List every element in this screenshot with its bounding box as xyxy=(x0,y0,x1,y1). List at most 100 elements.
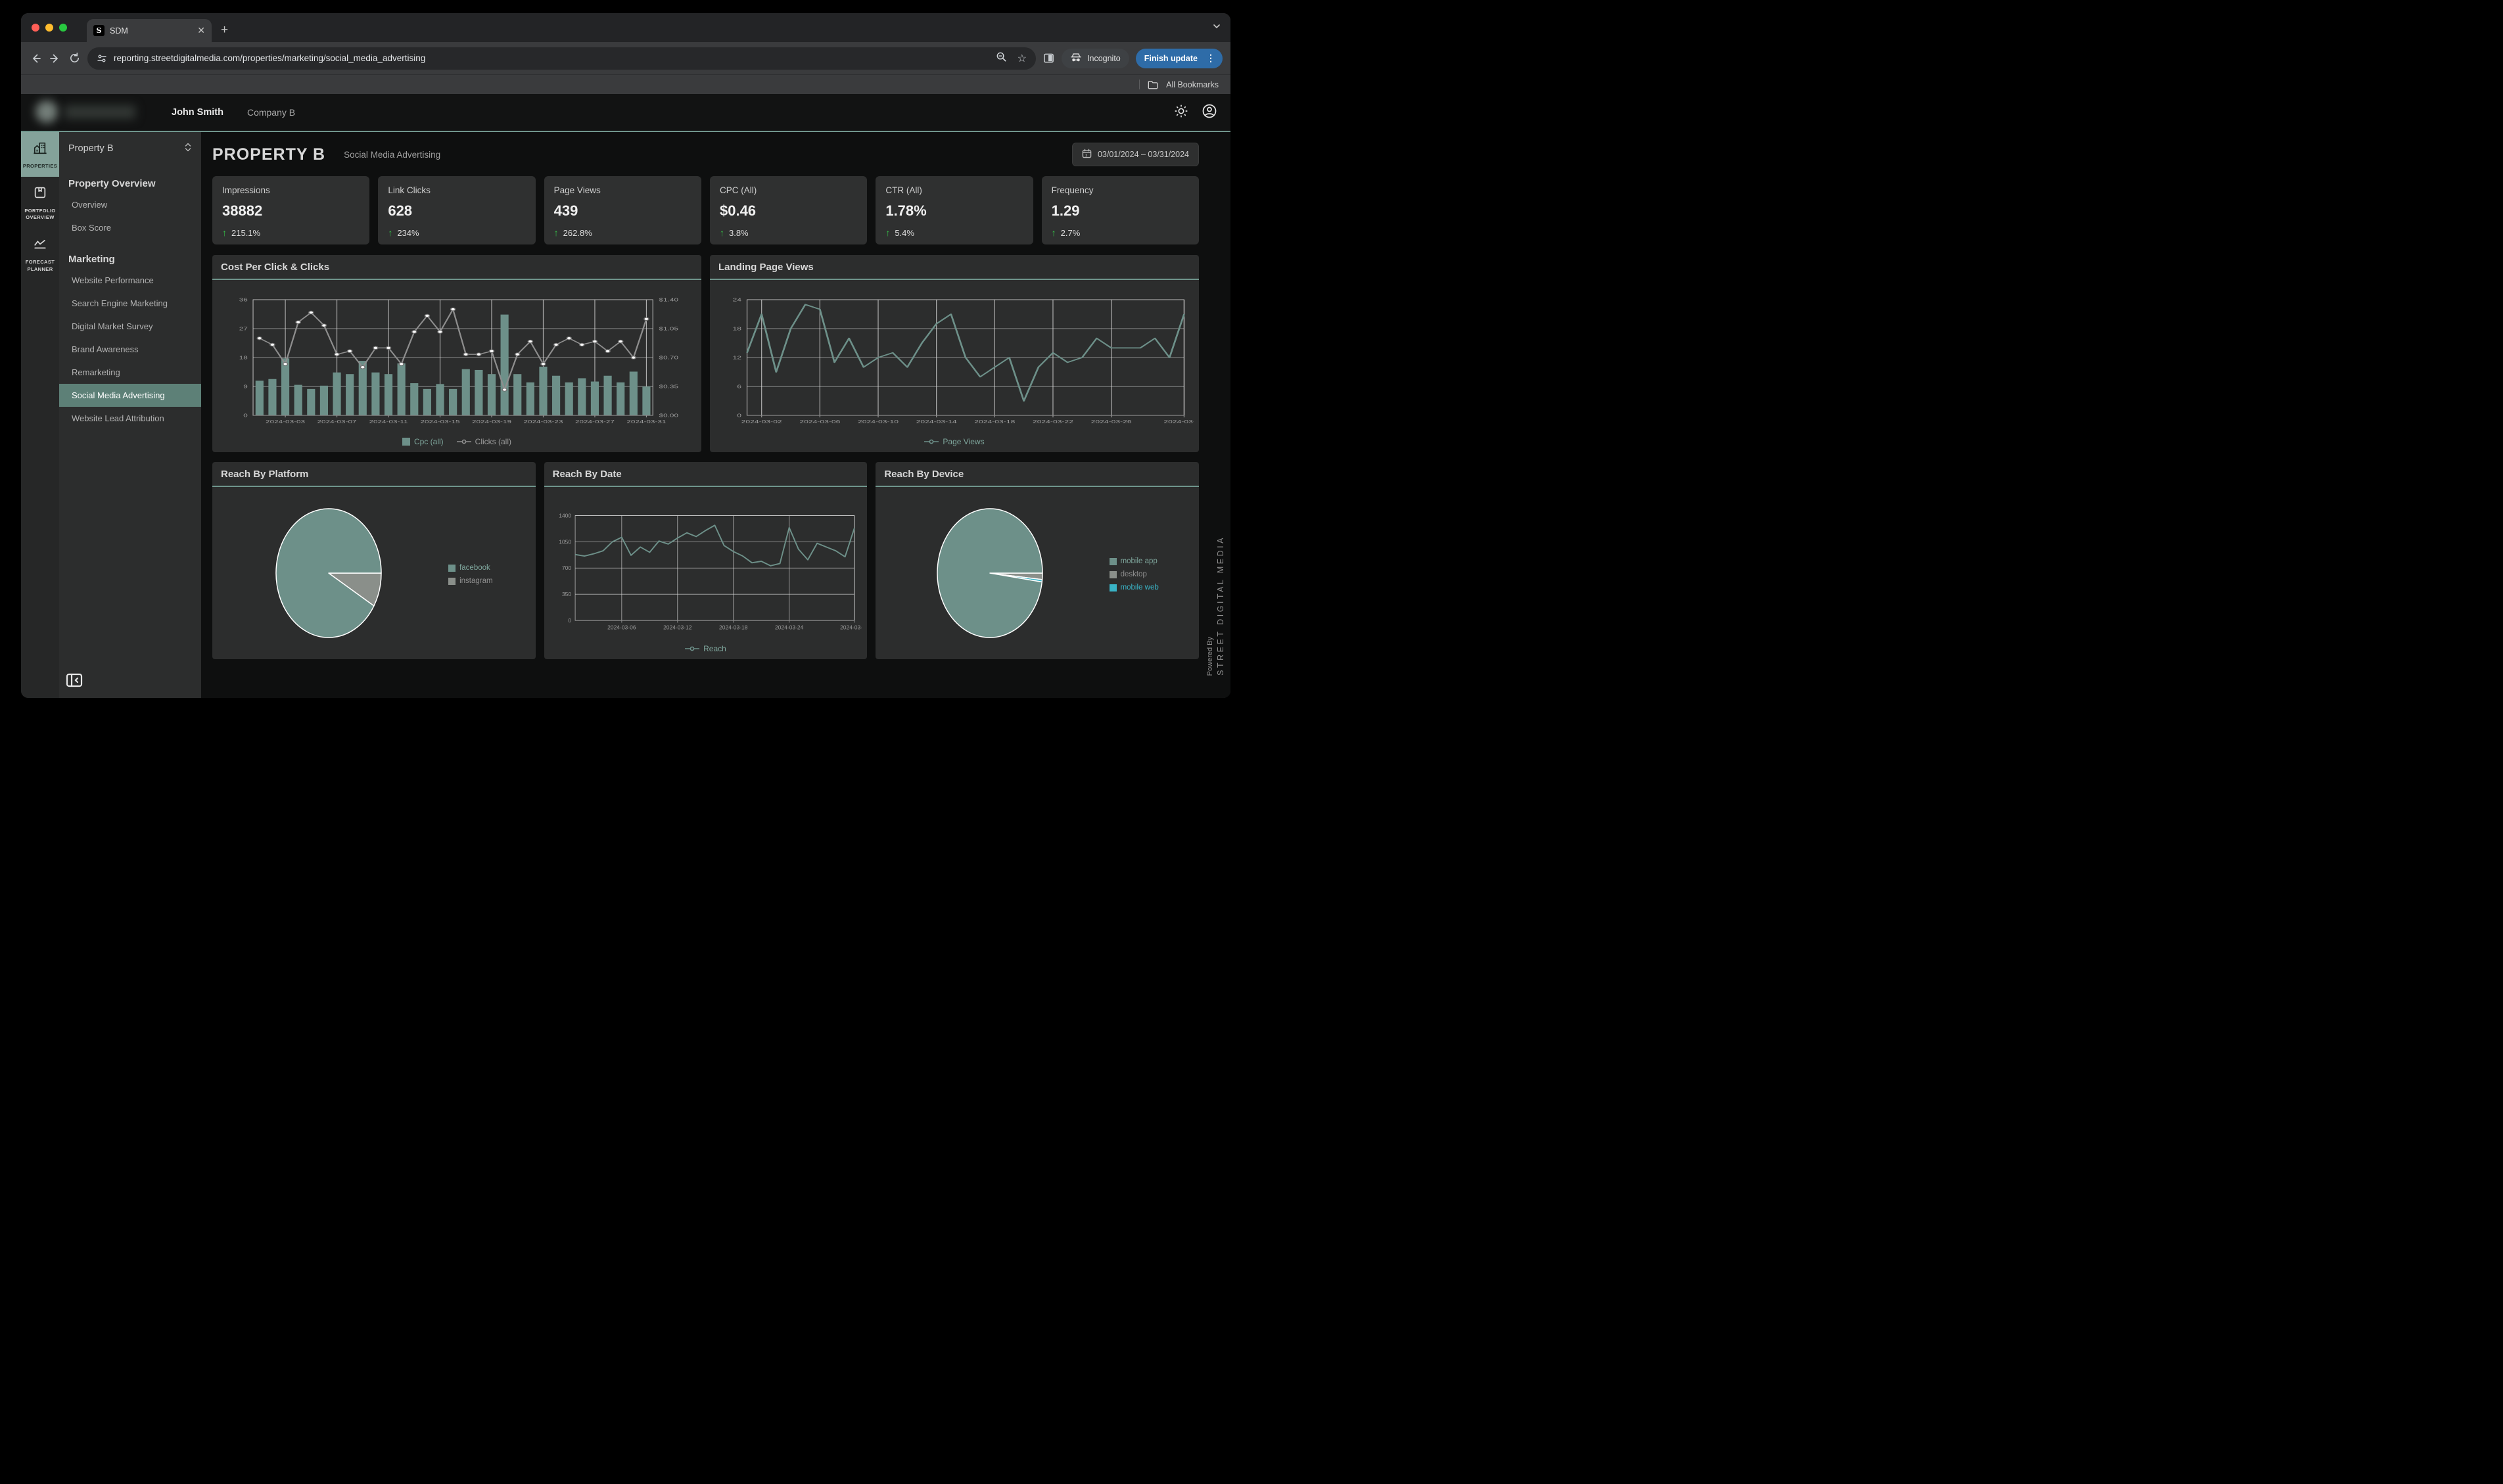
browser-window: S SDM ✕ + reporting.streetdigitalmedia.c… xyxy=(21,13,1230,698)
svg-text:6: 6 xyxy=(737,384,741,390)
property-selector[interactable]: Property B xyxy=(59,132,201,164)
chart-card-reach-by-device: Reach By Device mobile app desktop mobile … xyxy=(876,462,1199,659)
powered-by-footer: Powered By STREET DIGITAL MEDIA xyxy=(1206,536,1225,676)
chart-card-reach-by-platform: Reach By Platform facebook instagram xyxy=(212,462,536,659)
rail-item-portfolio-overview[interactable]: PORTFOLIO OVERVIEW xyxy=(21,177,59,228)
legend-label: Reach xyxy=(703,644,726,653)
svg-text:2024-03-31: 2024-03-31 xyxy=(626,419,666,425)
all-bookmarks-button[interactable]: All Bookmarks xyxy=(1166,80,1219,89)
svg-text:2024-03-19: 2024-03-19 xyxy=(472,419,511,425)
side-panel-icon[interactable] xyxy=(1042,52,1055,64)
kpi-card-ctr-all-: CTR (All) 1.78% ↑ 5.4% xyxy=(876,176,1033,244)
finish-update-button[interactable]: Finish update ⋮ xyxy=(1135,48,1223,68)
kpi-card-link-clicks: Link Clicks 628 ↑ 234% xyxy=(378,176,536,244)
theme-toggle-sun-icon[interactable] xyxy=(1174,104,1188,122)
svg-text:27: 27 xyxy=(239,327,248,332)
date-range-picker[interactable]: 1 03/01/2024 – 03/31/2024 xyxy=(1071,143,1199,166)
svg-text:1400: 1400 xyxy=(559,512,571,519)
svg-text:2024-03-31: 2024-03-31 xyxy=(1163,419,1194,425)
legend-item-desktop[interactable]: desktop xyxy=(1109,570,1159,578)
svg-text:2024-03-02: 2024-03-02 xyxy=(741,419,782,425)
reach-by-device-pie[interactable] xyxy=(916,503,1067,646)
legend-label: Cpc (all) xyxy=(413,437,444,446)
company-logo-blurred xyxy=(34,99,143,126)
browser-menu-kebab-icon[interactable]: ⋮ xyxy=(1203,53,1219,64)
kpi-label: Frequency xyxy=(1051,185,1094,195)
finish-update-label: Finish update xyxy=(1144,53,1198,63)
incognito-icon xyxy=(1070,53,1082,64)
svg-text:2024-03-31: 2024-03-31 xyxy=(840,624,862,631)
up-arrow-icon: ↑ xyxy=(1051,227,1056,238)
menu-item-box-score[interactable]: Box Score xyxy=(59,216,201,239)
icon-rail: PROPERTIES PORTFOLIO OVERVIEW FORECAST P… xyxy=(21,132,59,698)
kpi-delta: 2.7% xyxy=(1060,227,1081,238)
legend-item-mobile-app[interactable]: mobile app xyxy=(1109,557,1159,565)
kpi-delta: 3.8% xyxy=(728,227,749,238)
rail-item-forecast-planner[interactable]: FORECAST PLANNER xyxy=(21,228,59,279)
kpi-label: CPC (All) xyxy=(719,185,757,195)
rail-item-properties[interactable]: PROPERTIES xyxy=(21,132,59,177)
legend-label: desktop xyxy=(1120,570,1147,578)
reload-button[interactable] xyxy=(68,52,81,64)
zoom-window-button[interactable] xyxy=(59,24,67,32)
pie-slice-facebook xyxy=(275,507,382,638)
legend-label: Clicks (all) xyxy=(475,437,511,446)
menu-item-website-performance[interactable]: Website Performance xyxy=(59,269,201,292)
svg-text:2024-03-07: 2024-03-07 xyxy=(317,419,357,425)
up-arrow-icon: ↑ xyxy=(222,227,227,238)
legend-label: facebook xyxy=(459,564,490,572)
svg-text:2024-03-10: 2024-03-10 xyxy=(858,419,899,425)
url-bar[interactable]: reporting.streetdigitalmedia.com/propert… xyxy=(87,47,1037,70)
chart-legend: Page Views xyxy=(710,431,1199,452)
reach-by-platform-pie[interactable] xyxy=(255,503,406,646)
site-settings-icon[interactable] xyxy=(97,53,107,64)
minimize-window-button[interactable] xyxy=(45,24,53,32)
chart-legend: mobile app desktop mobile web xyxy=(1109,557,1159,591)
menu-item-overview[interactable]: Overview xyxy=(59,193,201,216)
legend-item-reach[interactable]: Reach xyxy=(685,644,726,653)
legend-item-clicks-all-[interactable]: Clicks (all) xyxy=(456,437,511,446)
legend-item-mobile-web[interactable]: mobile web xyxy=(1109,584,1159,591)
incognito-badge: Incognito xyxy=(1062,48,1129,68)
svg-text:24: 24 xyxy=(733,298,742,303)
app-header: John Smith Company B xyxy=(21,94,1230,132)
kpi-delta: 5.4% xyxy=(895,227,914,238)
kpi-value: $0.46 xyxy=(719,202,757,219)
svg-text:2024-03-26: 2024-03-26 xyxy=(1091,419,1132,425)
svg-text:2024-03-12: 2024-03-12 xyxy=(663,624,692,631)
menu-section-heading: Property Overview xyxy=(68,178,156,189)
menu-item-social-media-advertising[interactable]: Social Media Advertising xyxy=(59,384,201,407)
brand-label: STREET DIGITAL MEDIA xyxy=(1216,536,1225,676)
forward-button[interactable] xyxy=(49,52,62,65)
legend-item-cpc-all-[interactable]: Cpc (all) xyxy=(402,437,444,446)
up-arrow-icon: ↑ xyxy=(885,227,891,238)
browser-tab-sdm[interactable]: S SDM ✕ xyxy=(87,19,212,42)
legend-swatch xyxy=(1109,584,1117,591)
svg-text:1050: 1050 xyxy=(559,538,571,545)
legend-item-page-views[interactable]: Page Views xyxy=(924,437,985,446)
menu-item-brand-awareness[interactable]: Brand Awareness xyxy=(59,338,201,361)
account-icon[interactable] xyxy=(1202,103,1217,122)
menu-item-website-lead-attribution[interactable]: Website Lead Attribution xyxy=(59,407,201,430)
reach-by-date-chart[interactable]: 0 350 700 1050 1400 2024-03-06 2024-03-12 2024-… xyxy=(544,487,868,638)
menu-section-heading: Marketing xyxy=(68,254,115,265)
tab-close-icon[interactable]: ✕ xyxy=(197,25,205,36)
landing-page-views-chart[interactable]: 0 6 12 18 24 2024-03-02 2024-03-06 2024-03-10 20… xyxy=(710,280,1199,431)
menu-item-remarketing[interactable]: Remarketing xyxy=(59,361,201,384)
back-button[interactable] xyxy=(29,52,42,65)
url-text[interactable]: reporting.streetdigitalmedia.com/propert… xyxy=(114,53,989,63)
tab-search-chevron-icon[interactable] xyxy=(1212,22,1221,34)
menu-item-digital-market-survey[interactable]: Digital Market Survey xyxy=(59,315,201,338)
legend-swatch xyxy=(1109,570,1117,578)
legend-item-instagram[interactable]: instagram xyxy=(448,577,493,585)
cpc-clicks-chart[interactable]: 0 9 18 27 36 $0.00 $0.35 $0.70 $1.05 $1.40 2024-03… xyxy=(212,280,701,431)
zoom-out-icon[interactable] xyxy=(996,51,1007,66)
bookmark-star-icon[interactable]: ☆ xyxy=(1018,52,1027,65)
sidebar-collapse-icon[interactable] xyxy=(66,672,83,690)
close-window-button[interactable] xyxy=(32,24,39,32)
menu-item-search-engine-marketing[interactable]: Search Engine Marketing xyxy=(59,292,201,315)
new-tab-button[interactable]: + xyxy=(221,23,228,37)
legend-item-facebook[interactable]: facebook xyxy=(448,564,493,572)
kpi-delta: 262.8% xyxy=(563,227,592,238)
bookmarks-bar: All Bookmarks xyxy=(21,74,1230,94)
